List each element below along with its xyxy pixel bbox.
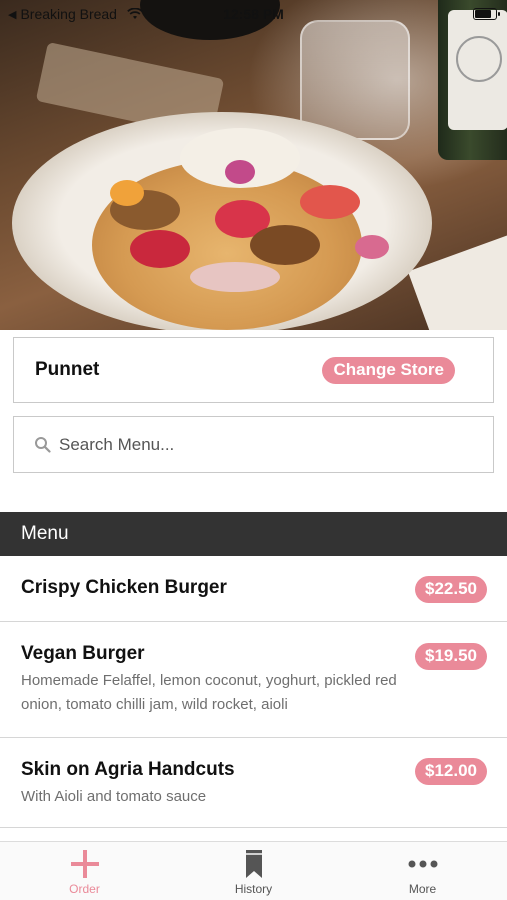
hero-bottle-logo	[456, 36, 502, 82]
hero-food-image	[0, 0, 507, 330]
tab-history[interactable]: History	[169, 842, 338, 900]
menu-section-title: Menu	[21, 523, 69, 544]
hero-granola	[250, 225, 320, 265]
status-bar: ◀ Breaking Bread 12:58 PM	[0, 0, 507, 28]
tab-history-label: History	[234, 882, 273, 896]
status-time: 12:58 PM	[223, 6, 284, 22]
tab-order[interactable]: Order	[0, 842, 169, 900]
tab-more-label: More	[408, 882, 437, 896]
menu-item-price: $12.00	[415, 758, 487, 785]
search-input[interactable]	[59, 434, 459, 455]
menu-item-description: With Aioli and tomato sauce	[21, 788, 207, 805]
battery-icon	[473, 8, 500, 20]
hero-flower-petal	[110, 180, 144, 206]
plus-icon	[68, 848, 102, 880]
tab-more[interactable]: More	[338, 842, 507, 900]
more-dots-icon	[406, 848, 440, 880]
menu-item-description: Homemade Felaffel, lemon coconut, yoghur…	[21, 672, 397, 713]
hero-coconut	[190, 262, 280, 292]
battery-level	[475, 10, 492, 18]
tab-bar: Order History More	[0, 841, 507, 900]
menu-item-price: $19.50	[415, 643, 487, 670]
hero-strawberry	[130, 230, 190, 268]
hero-strawberry	[300, 185, 360, 219]
tab-order-label: Order	[69, 882, 100, 896]
hero-flower-petal	[225, 160, 255, 184]
menu-item[interactable]: Crispy Chicken Burger $22.50	[0, 556, 507, 622]
menu-list: Crispy Chicken Burger $22.50 Vegan Burge…	[0, 556, 507, 828]
hero-water-glass	[300, 20, 410, 140]
hero-flower-petal	[355, 235, 389, 259]
store-card: Punnet Change Store	[13, 337, 494, 403]
menu-item[interactable]: Skin on Agria Handcuts With Aioli and to…	[0, 738, 507, 828]
menu-section-header: Menu	[0, 512, 507, 556]
change-store-button[interactable]: Change Store	[322, 356, 455, 384]
menu-item[interactable]: Vegan Burger Homemade Felaffel, lemon co…	[0, 622, 507, 738]
search-icon	[35, 437, 51, 453]
menu-item-price: $22.50	[415, 576, 487, 603]
bookmark-icon	[237, 848, 271, 880]
store-name: Punnet	[35, 359, 100, 380]
search-box[interactable]	[13, 416, 494, 473]
